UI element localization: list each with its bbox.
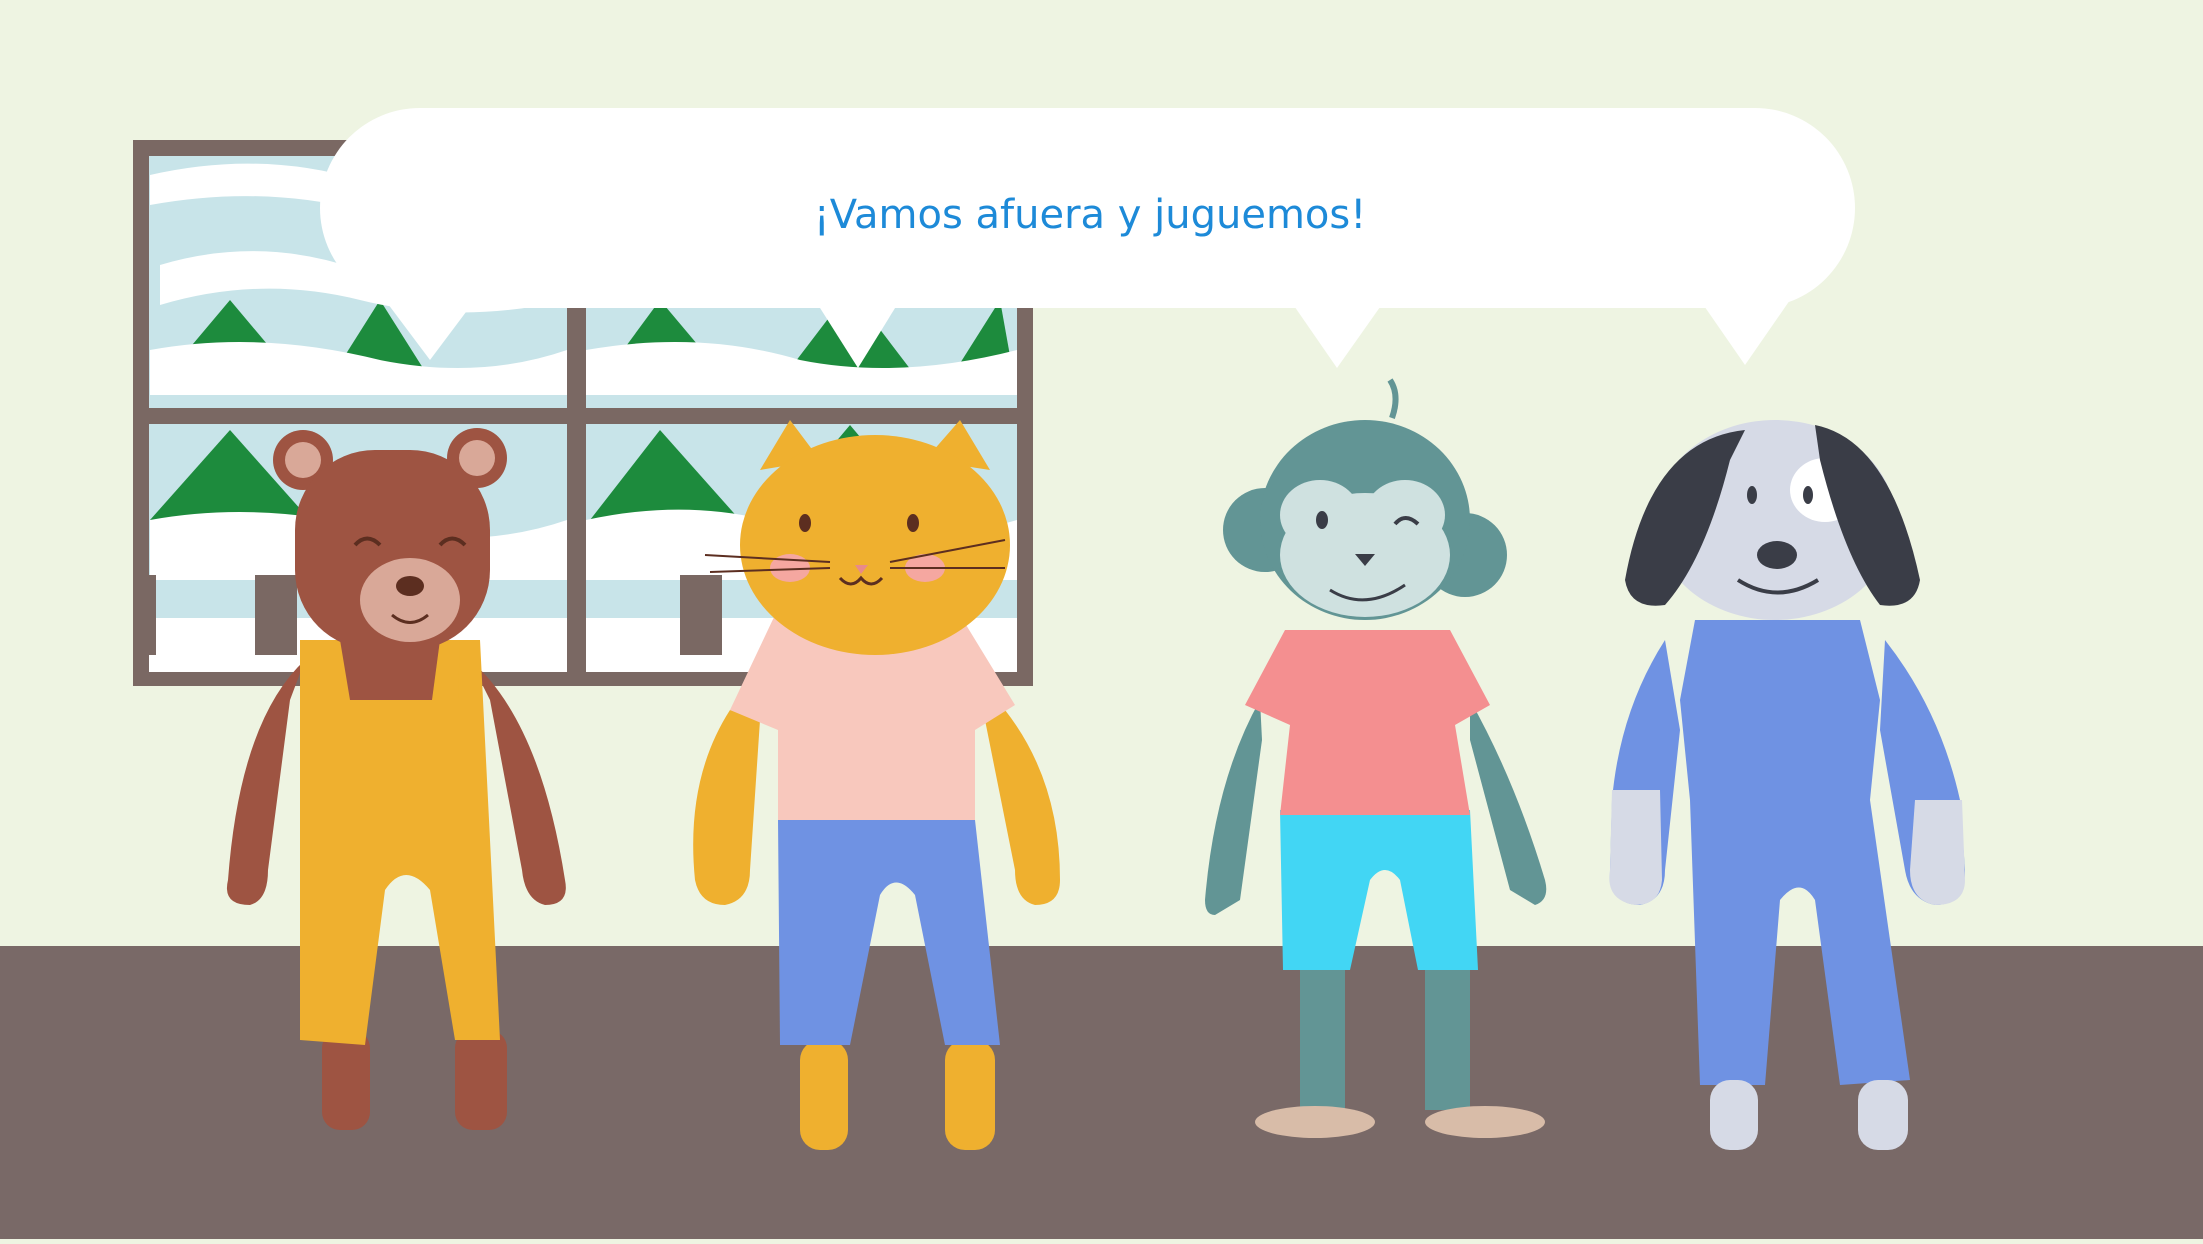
classroom-scene: ¡Vamos afuera y juguemos! [0, 0, 2203, 1239]
speech-bubble-text: ¡Vamos afuera y juguemos! [813, 192, 1367, 238]
